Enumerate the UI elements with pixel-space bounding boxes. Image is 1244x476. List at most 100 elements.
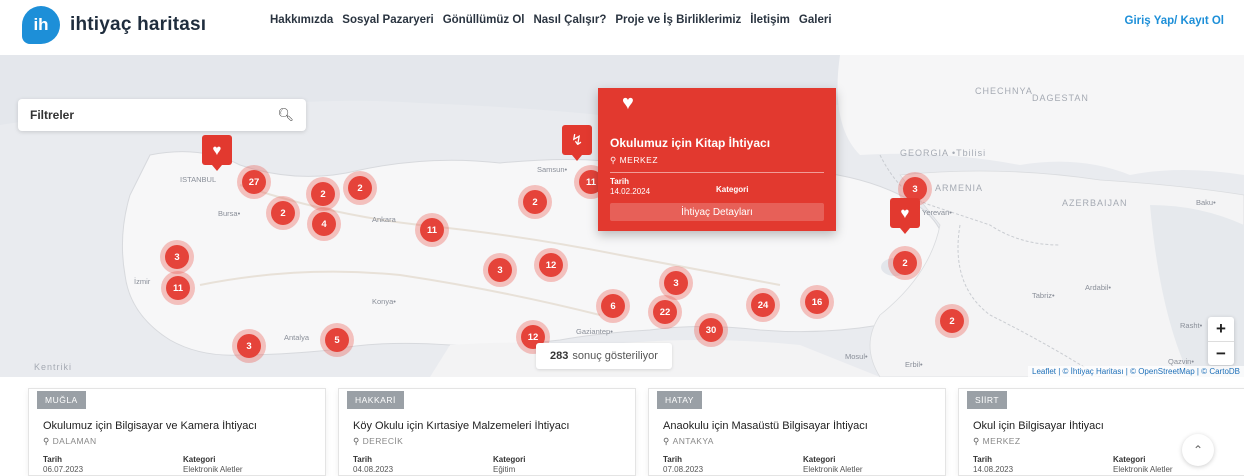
map-cluster[interactable]: 6	[596, 289, 630, 323]
filter-label: Filtreler	[30, 108, 75, 122]
map-cluster[interactable]: 2	[888, 246, 922, 280]
result-count-text: sonuç gösteriliyor	[572, 350, 658, 362]
map-cluster[interactable]: 2	[266, 196, 300, 230]
map-label-bursa: Bursa•	[218, 209, 241, 218]
card-date-label: Tarih	[663, 455, 682, 464]
nav-projects[interactable]: Proje ve İş Birliklerimiz	[615, 14, 741, 26]
city-tag: HAKKARİ	[347, 391, 404, 409]
map-cluster[interactable]: 4	[307, 207, 341, 241]
city-tag: HATAY	[657, 391, 702, 409]
map-cluster[interactable]: 12	[534, 248, 568, 282]
nav-gallery[interactable]: Galeri	[799, 14, 832, 26]
map-cluster[interactable]: 2	[343, 171, 377, 205]
map-label-chechnya: CHECHNYA	[975, 86, 1033, 96]
map-label-qazvin: Qazvin•	[1168, 357, 1194, 366]
map-cluster[interactable]: 2	[935, 304, 969, 338]
map-cluster[interactable]: 16	[800, 285, 834, 319]
map-label-ankara: Ankara	[372, 215, 396, 224]
map-cluster[interactable]: 3	[483, 253, 517, 287]
need-card[interactable]: MUĞLA Okulumuz için Bilgisayar ve Kamera…	[28, 388, 326, 476]
card-date: 06.07.2023	[43, 465, 84, 474]
card-title[interactable]: Okul için Bilgisayar İhtiyacı	[973, 420, 1244, 432]
zoom-out-button[interactable]: −	[1208, 341, 1234, 365]
nav-contact[interactable]: İletişim	[750, 14, 790, 26]
popup-location: ⚲ MERKEZ	[610, 155, 659, 165]
map-label-kentriki: Kentriki	[34, 362, 73, 372]
login-register-link[interactable]: Giriş Yap/ Kayıt Ol	[1125, 15, 1225, 27]
map-label-dagestan: DAGESTAN	[1032, 93, 1089, 103]
city-tag: SİİRT	[967, 391, 1008, 409]
card-category-label: Kategori	[183, 455, 216, 464]
heart-marker[interactable]: ♥	[202, 135, 232, 171]
card-location: ⚲ MERKEZ	[973, 436, 1021, 446]
pin-icon: ⚲	[353, 436, 360, 446]
map-label-armenia: ARMENIA	[935, 183, 984, 193]
pin-icon: ⚲	[663, 436, 670, 446]
search-icon[interactable]: 🔍︎	[277, 107, 294, 123]
map-cluster[interactable]: 2	[518, 185, 552, 219]
city-tag: MUĞLA	[37, 391, 86, 409]
map-cluster[interactable]: 3	[160, 240, 194, 274]
pin-icon: ⚲	[610, 155, 620, 165]
map-cluster[interactable]: 11	[415, 213, 449, 247]
pin-icon: ⚲	[43, 436, 50, 446]
card-location: ⚲ DALAMAN	[43, 436, 97, 446]
map-attribution[interactable]: Leaflet | © İhtiyaç Haritası | © OpenStr…	[1028, 366, 1244, 377]
filter-search-box[interactable]: Filtreler 🔍︎	[18, 99, 306, 131]
card-date-label: Tarih	[43, 455, 62, 464]
card-date: 04.08.2023	[353, 465, 394, 474]
card-category-label: Kategori	[493, 455, 526, 464]
map-label-tabriz: Tabriz•	[1032, 291, 1055, 300]
logo-badge: ih	[22, 6, 60, 44]
map-label-istanbul: ISTANBUL	[180, 175, 217, 184]
card-date: 14.08.2023	[973, 465, 1014, 474]
pin-icon: ⚲	[973, 436, 980, 446]
map-cluster[interactable]: 11	[161, 271, 195, 305]
need-card[interactable]: HAKKARİ Köy Okulu için Kırtasiye Malzeme…	[338, 388, 636, 476]
heart-marker[interactable]: ♥	[890, 198, 920, 234]
card-location: ⚲ ANTAKYA	[663, 436, 714, 446]
result-count: 283 sonuç gösteriliyor	[536, 343, 672, 369]
map-cluster[interactable]: 24	[746, 288, 780, 322]
map-cluster[interactable]: 22	[648, 295, 682, 329]
map-label-georgia: GEORGIA •Tbilisi	[900, 148, 987, 158]
map-label-antalya: Antalya	[284, 333, 310, 342]
map-label-gaziantep: Gaziantep•	[576, 327, 613, 336]
card-date: 07.08.2023	[663, 465, 704, 474]
popup-date-label: Tarih	[610, 177, 629, 186]
card-category: Elektronik Aletler	[1113, 465, 1173, 474]
plug-marker[interactable]: ↯	[562, 125, 592, 161]
map-label-konya: Konya•	[372, 297, 396, 306]
popup-category-label: Kategori	[716, 185, 749, 194]
card-category-label: Kategori	[803, 455, 836, 464]
map-cluster[interactable]: 27	[237, 165, 271, 199]
logo[interactable]: ih ihtiyaç haritası	[22, 6, 206, 44]
map-cluster[interactable]: 5	[320, 323, 354, 357]
chevron-up-icon[interactable]: ⌃	[1182, 434, 1214, 466]
need-map[interactable]: ISTANBUL Bursa• Ankara Konya• Antalya İz…	[0, 55, 1244, 377]
map-label-mosul: Mosul•	[845, 352, 868, 361]
card-title[interactable]: Anaokulu için Masaüstü Bilgisayar İhtiya…	[663, 420, 938, 432]
card-title[interactable]: Okulumuz için Bilgisayar ve Kamera İhtiy…	[43, 420, 318, 432]
result-count-number: 283	[550, 350, 569, 362]
nav-how-it-works[interactable]: Nasıl Çalışır?	[533, 14, 606, 26]
popup-title: Okulumuz için Kitap İhtiyacı	[610, 136, 771, 150]
map-label-samsun: Samsun•	[537, 165, 568, 174]
nav-volunteer[interactable]: Gönüllümüz Ol	[443, 14, 525, 26]
popup-date-value: 14.02.2024	[610, 187, 651, 196]
card-location: ⚲ DERECİK	[353, 436, 404, 446]
map-label-azerbaijan: AZERBAIJAN	[1062, 198, 1128, 208]
nav-social-market[interactable]: Sosyal Pazaryeri	[342, 14, 433, 26]
need-details-button[interactable]: İhtiyaç Detayları	[610, 203, 824, 221]
card-title[interactable]: Köy Okulu için Kırtasiye Malzemeleri İht…	[353, 420, 628, 432]
map-cluster[interactable]: 2	[306, 177, 340, 211]
nav-about[interactable]: Hakkımızda	[270, 14, 333, 26]
zoom-in-button[interactable]: +	[1208, 317, 1234, 341]
map-cluster[interactable]: 30	[694, 313, 728, 347]
need-card[interactable]: HATAY Anaokulu için Masaüstü Bilgisayar …	[648, 388, 946, 476]
need-popup: ♥ Okulumuz için Kitap İhtiyacı ⚲ MERKEZ …	[598, 88, 836, 231]
logo-text: ihtiyaç haritası	[70, 14, 207, 35]
map-cluster[interactable]: 3	[232, 329, 266, 363]
site-header: ih ihtiyaç haritası Hakkımızda Sosyal Pa…	[0, 0, 1244, 52]
main-nav: Hakkımızda Sosyal Pazaryeri Gönüllümüz O…	[270, 14, 832, 26]
